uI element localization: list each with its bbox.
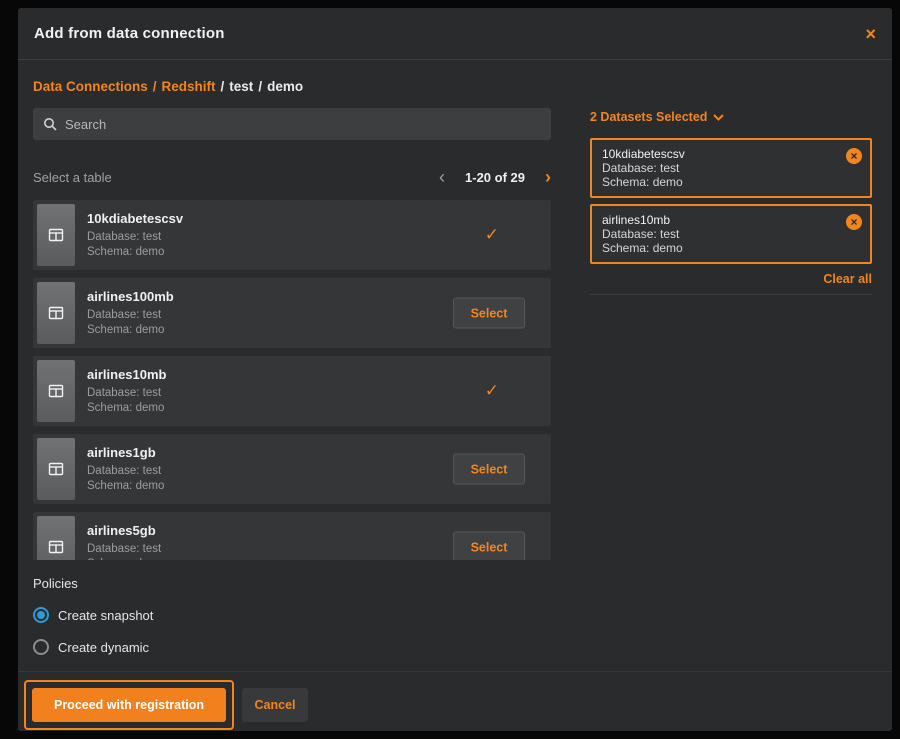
- table-database: Database: test: [87, 308, 174, 323]
- screen: Add from data connection × Data Connecti…: [0, 0, 900, 739]
- pagination: ‹ 1-20 of 29 ›: [439, 168, 551, 186]
- modal-header: Add from data connection ×: [18, 8, 892, 60]
- chevron-down-icon: [713, 114, 724, 121]
- proceed-button[interactable]: Proceed with registration: [32, 688, 226, 722]
- radio-label: Create snapshot: [58, 608, 153, 623]
- table-schema: Schema: demo: [87, 323, 174, 338]
- modal-title: Add from data connection: [34, 25, 225, 42]
- table-database: Database: test: [87, 464, 164, 479]
- breadcrumb-separator: /: [221, 79, 225, 94]
- breadcrumb-link-data-connections[interactable]: Data Connections: [33, 79, 148, 94]
- table-row[interactable]: airlines1gb Database: test Schema: demo …: [33, 434, 551, 504]
- clear-all-link[interactable]: Clear all: [590, 272, 872, 286]
- select-button[interactable]: Select: [453, 298, 525, 329]
- remove-icon[interactable]: ×: [846, 214, 862, 230]
- radio-label: Create dynamic: [58, 640, 149, 655]
- select-button[interactable]: Select: [453, 532, 525, 561]
- table-icon: [37, 282, 75, 344]
- radio-create-dynamic[interactable]: Create dynamic: [33, 637, 153, 657]
- table-row-text: airlines10mb Database: test Schema: demo: [87, 367, 167, 416]
- check-icon: ✓: [485, 381, 499, 401]
- select-button[interactable]: Select: [453, 454, 525, 485]
- breadcrumb-separator: /: [153, 79, 157, 94]
- selected-dataset-card: 10kdiabetescsv Database: test Schema: de…: [590, 138, 872, 198]
- breadcrumb-link-redshift[interactable]: Redshift: [162, 79, 216, 94]
- search-input[interactable]: [65, 117, 541, 132]
- selected-dataset-card: airlines10mb Database: test Schema: demo…: [590, 204, 872, 264]
- table-database: Database: test: [87, 542, 164, 557]
- selected-dataset-schema: Schema: demo: [602, 241, 860, 255]
- table-row-text: airlines5gb Database: test Schema: demo: [87, 523, 164, 560]
- table-schema: Schema: demo: [87, 557, 164, 560]
- add-from-data-connection-modal: Add from data connection × Data Connecti…: [18, 8, 892, 731]
- selected-dataset-name: airlines10mb: [602, 213, 860, 227]
- table-list: 10kdiabetescsv Database: test Schema: de…: [33, 200, 551, 560]
- radio-create-snapshot[interactable]: Create snapshot: [33, 605, 153, 625]
- table-schema: Schema: demo: [87, 401, 167, 416]
- selected-dataset-database: Database: test: [602, 227, 860, 241]
- breadcrumb-segment-demo: demo: [267, 79, 303, 94]
- table-row-text: 10kdiabetescsv Database: test Schema: de…: [87, 211, 183, 260]
- table-icon: [37, 360, 75, 422]
- select-table-label: Select a table: [33, 170, 112, 185]
- table-row[interactable]: airlines5gb Database: test Schema: demo …: [33, 512, 551, 560]
- selected-datasets-panel: 2 Datasets Selected 10kdiabetescsv Datab…: [590, 110, 872, 295]
- table-row[interactable]: airlines100mb Database: test Schema: dem…: [33, 278, 551, 348]
- table-name: airlines100mb: [87, 289, 174, 304]
- table-row[interactable]: airlines10mb Database: test Schema: demo…: [33, 356, 551, 426]
- policies-section: Policies Create snapshot Create dynamic: [33, 576, 153, 669]
- selected-dataset-schema: Schema: demo: [602, 175, 860, 189]
- table-row-text: airlines100mb Database: test Schema: dem…: [87, 289, 174, 338]
- policies-label: Policies: [33, 576, 153, 591]
- radio-checked-icon[interactable]: [33, 607, 49, 623]
- breadcrumb-separator: /: [258, 79, 262, 94]
- breadcrumb-segment-test: test: [229, 79, 253, 94]
- selected-dataset-database: Database: test: [602, 161, 860, 175]
- selected-dataset-text: 10kdiabetescsv Database: test Schema: de…: [602, 147, 860, 189]
- table-name: airlines5gb: [87, 523, 164, 538]
- remove-icon[interactable]: ×: [846, 148, 862, 164]
- selected-dataset-name: 10kdiabetescsv: [602, 147, 860, 161]
- radio-unchecked-icon[interactable]: [33, 639, 49, 655]
- check-icon: ✓: [485, 225, 499, 245]
- table-icon: [37, 204, 75, 266]
- pagination-prev-icon[interactable]: ‹: [439, 168, 445, 186]
- pagination-next-icon[interactable]: ›: [545, 168, 551, 186]
- table-database: Database: test: [87, 230, 183, 245]
- close-icon[interactable]: ×: [865, 25, 876, 43]
- table-name: airlines1gb: [87, 445, 164, 460]
- table-list-header: Select a table ‹ 1-20 of 29 ›: [33, 168, 551, 186]
- search-icon: [43, 117, 57, 131]
- table-schema: Schema: demo: [87, 479, 164, 494]
- table-database: Database: test: [87, 386, 167, 401]
- proceed-focus-outline: Proceed with registration: [24, 680, 234, 730]
- selected-count-label: 2 Datasets Selected: [590, 110, 707, 124]
- table-icon: [37, 516, 75, 560]
- selected-dataset-text: airlines10mb Database: test Schema: demo: [602, 213, 860, 255]
- table-row-text: airlines1gb Database: test Schema: demo: [87, 445, 164, 494]
- search-bar: [33, 108, 551, 140]
- cancel-button[interactable]: Cancel: [242, 688, 308, 722]
- table-row[interactable]: 10kdiabetescsv Database: test Schema: de…: [33, 200, 551, 270]
- table-schema: Schema: demo: [87, 245, 183, 260]
- pagination-range: 1-20 of 29: [465, 170, 525, 185]
- selected-datasets-header[interactable]: 2 Datasets Selected: [590, 110, 872, 124]
- footer-divider: [18, 671, 892, 672]
- breadcrumb: Data Connections / Redshift / test / demo: [33, 79, 303, 94]
- table-name: airlines10mb: [87, 367, 167, 382]
- table-icon: [37, 438, 75, 500]
- panel-divider: [590, 294, 872, 295]
- table-name: 10kdiabetescsv: [87, 211, 183, 226]
